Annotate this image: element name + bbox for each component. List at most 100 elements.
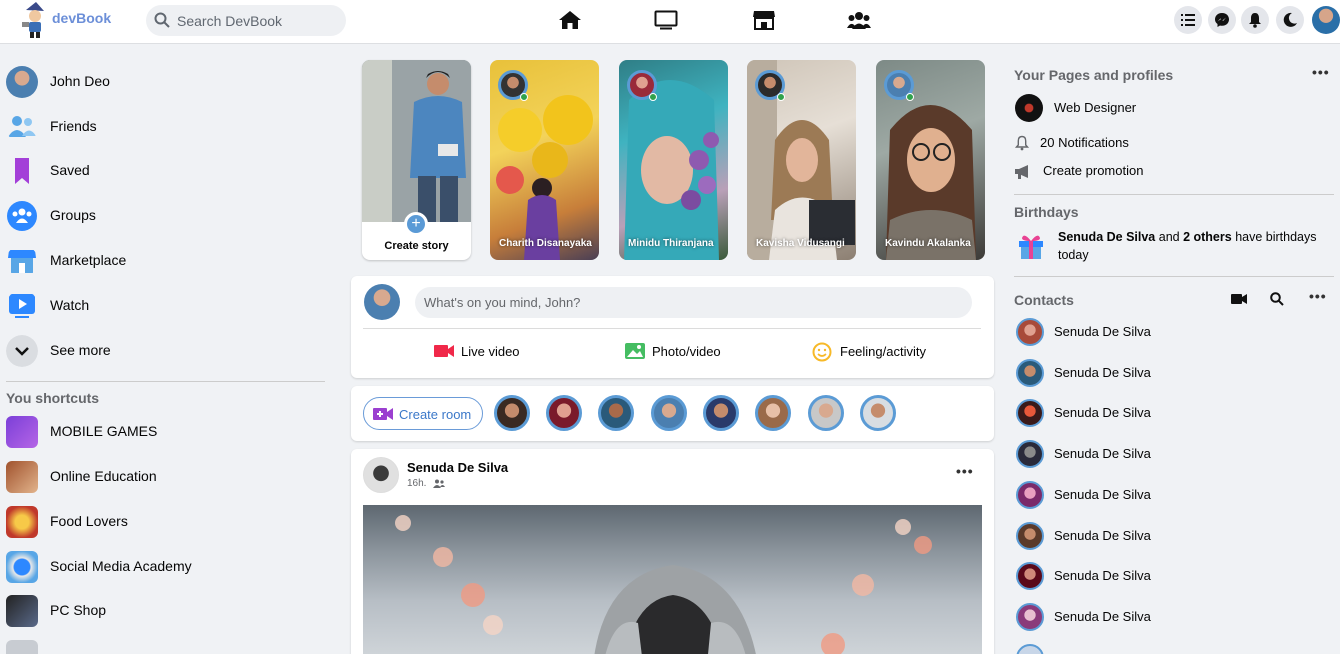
megaphone-icon — [1015, 165, 1028, 179]
contact-name: Senuda De Silva — [1054, 405, 1151, 420]
contact-item[interactable]: Senuda De Silva — [1014, 357, 1334, 391]
contact-name: Senuda De Silva — [1054, 568, 1151, 583]
bookmark-icon — [15, 158, 29, 184]
sidebar-item-friends[interactable]: Friends — [6, 108, 326, 146]
live-video-button[interactable]: Live video — [433, 342, 553, 362]
contact-item[interactable]: Senuda De Silva — [1014, 479, 1334, 513]
create-story-card[interactable]: + Create story — [362, 60, 471, 260]
shortcut-label: PC Shop — [50, 602, 107, 618]
shortcut-label: MOBILE GAMES — [50, 423, 158, 439]
contact-item[interactable]: Senuda De Silva — [1014, 601, 1334, 635]
shortcuts-title: You shortcuts — [6, 390, 100, 406]
room-avatar[interactable] — [808, 395, 844, 431]
photo-video-button[interactable]: Photo/video — [624, 342, 754, 362]
left-sidebar: John Deo Friends Saved Groups Marketplac… — [0, 44, 330, 654]
sidebar-item-label: Friends — [50, 118, 97, 134]
story-card[interactable]: Charith Disanayaka — [490, 60, 599, 260]
contacts-more-icon[interactable]: ••• — [1309, 288, 1327, 304]
sidebar-item-marketplace[interactable]: Marketplace — [6, 242, 326, 280]
contact-name: Senuda De Silva — [1054, 609, 1151, 624]
create-promotion-item[interactable]: Create promotion — [1014, 156, 1334, 186]
messenger-icon — [1215, 13, 1229, 27]
room-avatar[interactable] — [860, 395, 896, 431]
sidebar-item-groups[interactable]: Groups — [6, 197, 326, 235]
sidebar-item-watch[interactable]: Watch — [6, 287, 326, 325]
room-avatar[interactable] — [598, 395, 634, 431]
sidebar-item-see-more[interactable]: See more — [6, 332, 326, 370]
store-icon[interactable] — [752, 10, 776, 30]
shortcut-item[interactable]: PC Shop — [6, 592, 326, 630]
sidebar-item-profile[interactable]: John Deo — [6, 63, 326, 101]
create-room-button[interactable]: Create room — [363, 397, 483, 430]
contact-avatar — [1016, 481, 1044, 509]
pc-shop-thumbnail — [6, 595, 38, 627]
video-call-icon[interactable] — [1231, 293, 1247, 305]
create-room-label: Create room — [399, 407, 472, 422]
post-more-options-icon[interactable]: ••• — [956, 463, 974, 479]
gift-icon — [1019, 235, 1043, 259]
search-input[interactable]: Search DevBook — [146, 5, 346, 36]
shortcut-thumbnail — [6, 640, 38, 654]
messenger-button[interactable] — [1208, 6, 1236, 34]
shortcut-item[interactable]: MOBILE GAMES — [6, 413, 326, 451]
post-input[interactable]: What's on you mind, John? — [415, 287, 972, 318]
list-button[interactable] — [1174, 6, 1202, 34]
contact-item[interactable]: Senuda De Silva — [1014, 397, 1334, 431]
notifications-button[interactable] — [1241, 6, 1269, 34]
story-card[interactable]: Minidu Thiranjana — [619, 60, 728, 260]
right-sidebar: Your Pages and profiles ••• Web Designer… — [1006, 44, 1340, 654]
contact-item[interactable]: Senuda De Silva — [1014, 438, 1334, 472]
story-card[interactable]: Kavindu Akalanka — [876, 60, 985, 260]
plus-icon[interactable]: + — [404, 212, 428, 236]
hooded-figure-image — [395, 515, 932, 654]
post-input-placeholder: What's on you mind, John? — [424, 295, 581, 310]
page-item-web-designer[interactable]: Web Designer — [1014, 93, 1334, 123]
post-author-avatar[interactable] — [363, 457, 399, 493]
contact-avatar — [1016, 440, 1044, 468]
notifications-label: 20 Notifications — [1040, 135, 1129, 150]
divider — [6, 381, 325, 382]
story-card[interactable]: Kavisha Vidusangi — [747, 60, 856, 260]
contact-name: Senuda De Silva — [1054, 528, 1151, 543]
contact-name: Senuda De Silva — [1054, 365, 1151, 380]
room-avatar[interactable] — [494, 395, 530, 431]
sidebar-item-saved[interactable]: Saved — [6, 152, 326, 190]
contact-item[interactable]: Senuda De Silva — [1014, 520, 1334, 554]
video-plus-icon — [373, 408, 393, 420]
room-avatar[interactable] — [755, 395, 791, 431]
birthday-text[interactable]: Senuda De Silva and 2 others have birthd… — [1058, 228, 1328, 264]
contact-name: Senuda De Silva — [1054, 324, 1151, 339]
shortcut-item[interactable]: Online Education — [6, 458, 326, 496]
profile-avatar[interactable] — [1312, 6, 1340, 34]
shortcut-label: Food Lovers — [50, 513, 128, 529]
home-icon[interactable] — [558, 10, 582, 30]
create-story-image — [362, 60, 471, 222]
tv-icon[interactable] — [654, 10, 678, 30]
shortcut-item[interactable] — [6, 637, 326, 654]
post-author-name[interactable]: Senuda De Silva — [407, 460, 508, 475]
search-placeholder: Search DevBook — [177, 13, 283, 29]
notifications-item[interactable]: 20 Notifications — [1014, 128, 1334, 158]
shortcut-item[interactable]: Food Lovers — [6, 503, 326, 541]
contact-item[interactable]: Senuda De Silva — [1014, 316, 1334, 350]
contact-item[interactable]: Senuda De Silva — [1014, 560, 1334, 594]
room-avatar[interactable] — [703, 395, 739, 431]
contact-name: Senuda De Silva — [1054, 446, 1151, 461]
avatar — [6, 66, 38, 98]
contact-avatar — [1016, 644, 1044, 654]
logo[interactable]: devBook — [20, 2, 120, 38]
groups-icon[interactable] — [847, 10, 871, 30]
shortcut-item[interactable]: Social Media Academy — [6, 548, 326, 586]
sidebar-item-label: See more — [50, 342, 111, 358]
feeling-activity-button[interactable]: Feeling/activity — [812, 342, 962, 362]
dark-mode-button[interactable] — [1276, 6, 1304, 34]
bell-icon — [1249, 13, 1261, 28]
avatar — [364, 284, 400, 320]
contact-item[interactable] — [1014, 642, 1334, 654]
pages-more-icon[interactable]: ••• — [1312, 64, 1330, 80]
room-avatar[interactable] — [546, 395, 582, 431]
sidebar-item-label: Saved — [50, 162, 90, 178]
search-icon[interactable] — [1270, 292, 1284, 306]
room-avatar[interactable] — [651, 395, 687, 431]
birthday-and: and — [1155, 230, 1184, 244]
